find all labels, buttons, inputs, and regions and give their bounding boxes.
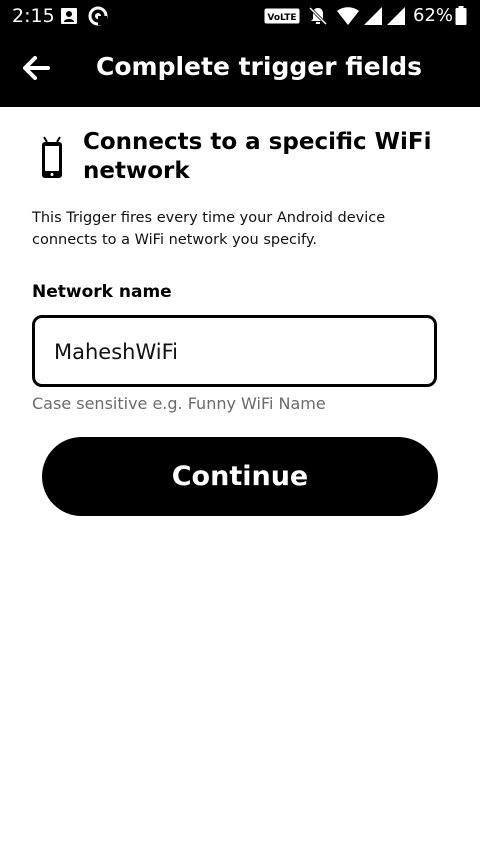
helper-text: Case sensitive e.g. Funny WiFi Name xyxy=(32,394,326,413)
back-button[interactable] xyxy=(16,50,56,90)
network-name-input[interactable] xyxy=(52,318,416,386)
signal-icon xyxy=(363,6,383,30)
battery-icon xyxy=(455,6,467,30)
trigger-title: Connects to a specific WiFi network xyxy=(83,129,432,184)
at-sign-icon xyxy=(88,6,108,30)
status-bar: 2:15 VoLTE 62% xyxy=(0,0,480,32)
wifi-icon xyxy=(337,6,359,30)
phone-icon xyxy=(40,136,64,180)
status-time: 2:15 xyxy=(12,5,55,27)
app-bar: Complete trigger fields xyxy=(0,32,480,107)
signal-icon xyxy=(386,6,406,30)
arrow-left-icon xyxy=(22,56,50,84)
trigger-description: This Trigger fires every time your Andro… xyxy=(32,210,386,248)
network-name-label: Network name xyxy=(32,282,172,302)
page-title: Complete trigger fields xyxy=(96,52,423,81)
continue-label: Continue xyxy=(171,461,309,492)
battery-percent: 62% xyxy=(413,5,454,26)
contact-card-icon xyxy=(60,7,78,29)
continue-button[interactable]: Continue xyxy=(42,437,438,516)
volte-label: VoLTE xyxy=(267,13,296,23)
volte-icon: VoLTE xyxy=(264,8,300,28)
notifications-off-icon xyxy=(308,6,328,30)
network-name-field-container xyxy=(32,315,437,387)
